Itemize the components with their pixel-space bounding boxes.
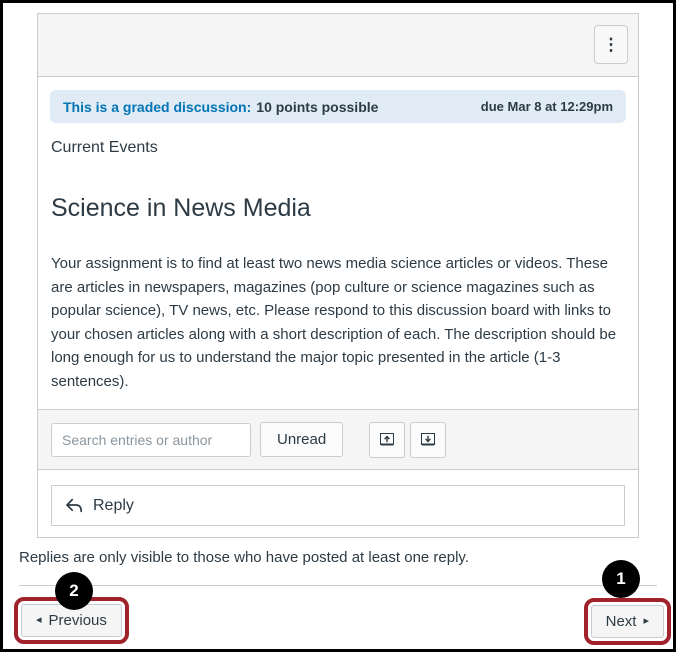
- search-input[interactable]: [51, 422, 251, 457]
- graded-discussion-banner: This is a graded discussion: 10 points p…: [50, 90, 626, 123]
- discussion-toolbar: Unread: [38, 409, 638, 470]
- reply-row: Reply: [38, 485, 638, 537]
- discussion-title: Science in News Media: [51, 194, 311, 222]
- next-button-highlight: Next ▸: [583, 598, 671, 645]
- step-marker-1: 1: [602, 560, 640, 598]
- collapse-replies-button[interactable]: [369, 421, 406, 458]
- previous-button-label: Previous: [48, 612, 107, 629]
- step-marker-2: 2: [55, 572, 93, 610]
- options-menu-button[interactable]: ⋮: [594, 25, 628, 64]
- graded-discussion-label: This is a graded discussion:: [63, 98, 252, 115]
- kebab-icon: ⋮: [602, 34, 620, 54]
- next-button[interactable]: Next ▸: [590, 605, 664, 638]
- unread-filter-button[interactable]: Unread: [260, 422, 344, 457]
- collapse-replies-icon: [378, 431, 396, 449]
- expand-replies-button[interactable]: [410, 421, 447, 458]
- screenshot-frame: ⋮ This is a graded discussion: 10 points…: [0, 0, 676, 652]
- reply-icon: [64, 497, 84, 514]
- due-date-label: due Mar 8 at 12:29pm: [480, 99, 613, 114]
- footer-divider: [19, 585, 657, 586]
- reply-field[interactable]: Reply: [51, 485, 625, 526]
- course-context-title: Current Events: [51, 139, 158, 156]
- points-possible-label: 10 points possible: [256, 98, 379, 115]
- replies-visibility-note: Replies are only visible to those who ha…: [19, 549, 469, 566]
- left-arrow-icon: ◂: [36, 614, 42, 626]
- right-arrow-icon: ▸: [643, 615, 649, 627]
- discussion-description: Your assignment is to find at least two …: [51, 255, 617, 390]
- next-button-label: Next: [605, 613, 637, 630]
- reply-label: Reply: [93, 496, 134, 514]
- discussion-card: ⋮ This is a graded discussion: 10 points…: [37, 13, 639, 538]
- discussion-card-header: ⋮: [38, 14, 638, 77]
- expand-replies-icon: [419, 431, 437, 449]
